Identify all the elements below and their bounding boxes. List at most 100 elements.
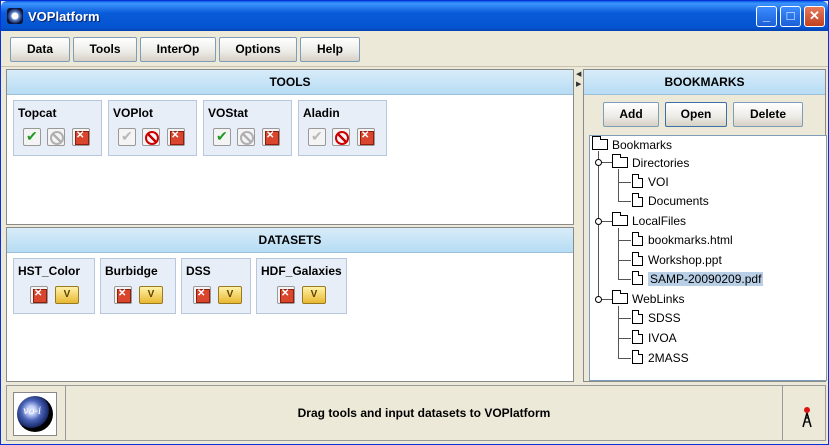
expand-toggle-icon[interactable] xyxy=(595,218,602,225)
logo-text: vo-i xyxy=(23,406,42,417)
tool-card-aladin[interactable]: Aladin xyxy=(298,100,387,156)
tree-line xyxy=(618,358,631,359)
tree-file-ivoa[interactable]: IVOA xyxy=(632,329,677,347)
tree-line xyxy=(598,151,599,301)
check-icon[interactable] xyxy=(118,128,136,146)
remove-icon[interactable] xyxy=(357,128,375,146)
remove-icon[interactable] xyxy=(167,128,185,146)
tree-file-samp-pdf-selected[interactable]: SAMP-20090209.pdf xyxy=(632,270,764,288)
tool-card-voplot[interactable]: VOPlot xyxy=(108,100,197,156)
dataset-card-dss[interactable]: DSS V xyxy=(181,258,251,314)
prohibit-icon[interactable] xyxy=(332,128,350,146)
bookmarks-panel: BOOKMARKS Add Open Delete Bookmarks Dire… xyxy=(583,69,827,382)
tree-file-sdss[interactable]: SDSS xyxy=(632,309,681,327)
tree-root-bookmarks[interactable]: Bookmarks xyxy=(592,136,672,154)
dataset-card-hdf-galaxies[interactable]: HDF_Galaxies V xyxy=(256,258,347,314)
dataset-card-hst-color[interactable]: HST_Color V xyxy=(13,258,95,314)
check-icon[interactable] xyxy=(23,128,41,146)
view-button[interactable]: V xyxy=(139,286,163,304)
menu-options[interactable]: Options xyxy=(219,37,297,62)
app-icon xyxy=(7,8,23,24)
tool-name: VOPlot xyxy=(113,106,154,120)
remove-icon[interactable] xyxy=(193,286,211,304)
tree-line xyxy=(618,306,619,359)
prohibit-icon[interactable] xyxy=(142,128,160,146)
delete-button[interactable]: Delete xyxy=(733,102,803,127)
tree-folder-weblinks[interactable]: WebLinks xyxy=(612,290,684,308)
tree-label: bookmarks.html xyxy=(648,233,733,247)
collapse-left-icon[interactable]: ◀ xyxy=(576,71,581,79)
file-icon xyxy=(632,330,643,344)
tree-line xyxy=(618,318,631,319)
add-button[interactable]: Add xyxy=(603,102,659,127)
app-window: VOPlatform _ □ ✕ Data Tools InterOp Opti… xyxy=(0,0,829,445)
menu-tools[interactable]: Tools xyxy=(73,37,137,62)
datasets-panel: DATASETS HST_Color V Burbidge V DSS V HD… xyxy=(6,227,574,382)
tree-line xyxy=(618,279,631,280)
tree-label: Directories xyxy=(632,156,690,170)
view-button[interactable]: V xyxy=(302,286,326,304)
view-button[interactable]: V xyxy=(55,286,79,304)
remove-icon[interactable] xyxy=(277,286,295,304)
view-button[interactable]: V xyxy=(218,286,242,304)
tree-file-voi[interactable]: VOI xyxy=(632,173,669,191)
tools-panel: TOOLS Topcat VOPlot VOStat Aladin xyxy=(6,69,574,225)
minimize-button[interactable]: _ xyxy=(756,6,777,27)
remove-icon[interactable] xyxy=(30,286,48,304)
tree-label: Documents xyxy=(648,194,709,208)
folder-icon xyxy=(612,154,628,168)
tree-label: VOI xyxy=(648,175,669,189)
status-bar: vo-i Drag tools and input datasets to VO… xyxy=(6,385,826,441)
tree-label: Bookmarks xyxy=(612,138,673,152)
tree-line xyxy=(618,182,631,183)
dataset-name: HDF_Galaxies xyxy=(261,264,342,278)
tool-card-topcat[interactable]: Topcat xyxy=(13,100,102,156)
vo-logo: vo-i xyxy=(13,392,57,436)
tree-file-2mass[interactable]: 2MASS xyxy=(632,349,689,367)
tool-name: Aladin xyxy=(303,106,340,120)
bookmarks-header: BOOKMARKS xyxy=(584,70,825,95)
tree-folder-directories[interactable]: Directories xyxy=(612,154,689,172)
title-bar[interactable]: VOPlatform _ □ ✕ xyxy=(1,1,828,31)
open-button[interactable]: Open xyxy=(665,102,727,127)
tree-file-documents[interactable]: Documents xyxy=(632,192,709,210)
window-title: VOPlatform xyxy=(28,9,100,24)
remove-icon[interactable] xyxy=(72,128,90,146)
expand-toggle-icon[interactable] xyxy=(595,296,602,303)
check-icon[interactable] xyxy=(213,128,231,146)
collapse-right-icon[interactable]: ▶ xyxy=(576,81,581,89)
file-icon xyxy=(632,271,643,285)
dataset-name: HST_Color xyxy=(18,264,81,278)
tree-label: SDSS xyxy=(648,311,681,325)
tree-line xyxy=(618,201,631,202)
folder-icon xyxy=(612,290,628,304)
prohibit-icon[interactable] xyxy=(237,128,255,146)
tree-folder-localfiles[interactable]: LocalFiles xyxy=(612,212,686,230)
splitter[interactable]: ◀ ▶ xyxy=(575,69,582,382)
menu-help[interactable]: Help xyxy=(300,37,360,62)
check-icon[interactable] xyxy=(308,128,326,146)
prohibit-icon[interactable] xyxy=(47,128,65,146)
menu-data[interactable]: Data xyxy=(10,37,70,62)
folder-icon xyxy=(612,212,628,226)
tree-line xyxy=(618,169,619,202)
tree-file-bookmarks-html[interactable]: bookmarks.html xyxy=(632,231,733,249)
file-icon xyxy=(632,252,643,266)
expand-toggle-icon[interactable] xyxy=(595,159,602,166)
maximize-button[interactable]: □ xyxy=(780,6,801,27)
dataset-card-burbidge[interactable]: Burbidge V xyxy=(100,258,176,314)
file-icon xyxy=(632,174,643,188)
status-message: Drag tools and input datasets to VOPlatf… xyxy=(65,386,783,440)
menu-interop[interactable]: InterOp xyxy=(140,37,216,62)
tool-card-vostat[interactable]: VOStat xyxy=(203,100,292,156)
datasets-header: DATASETS xyxy=(7,228,573,253)
close-button[interactable]: ✕ xyxy=(804,6,825,27)
tree-label: SAMP-20090209.pdf xyxy=(648,272,764,286)
remove-icon[interactable] xyxy=(262,128,280,146)
tree-file-workshop-ppt[interactable]: Workshop.ppt xyxy=(632,251,722,269)
tree-line xyxy=(618,338,631,339)
file-icon xyxy=(632,310,643,324)
tree-label: IVOA xyxy=(648,331,677,345)
remove-icon[interactable] xyxy=(114,286,132,304)
bookmark-tree[interactable]: Bookmarks Directories VOI Documents Loca… xyxy=(589,135,827,381)
